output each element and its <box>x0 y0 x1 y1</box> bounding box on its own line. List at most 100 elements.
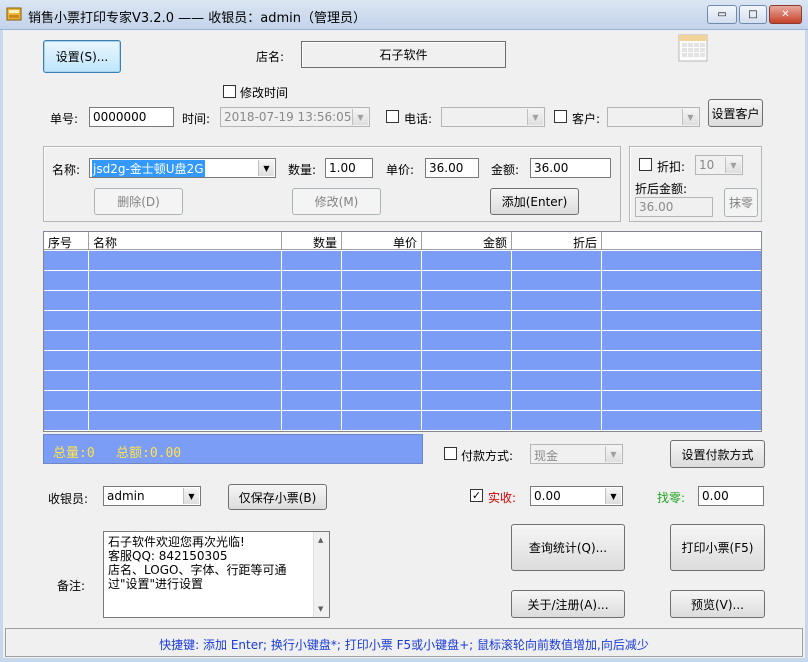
table-cell[interactable] <box>512 351 602 371</box>
table-cell[interactable] <box>342 351 422 371</box>
table-cell[interactable] <box>422 251 512 271</box>
table-cell[interactable] <box>422 291 512 311</box>
table-cell[interactable] <box>44 391 89 411</box>
delete-button[interactable]: 删除(D) <box>94 188 183 215</box>
column-header-discounted[interactable]: 折后 <box>512 232 602 250</box>
table-cell[interactable] <box>282 311 342 331</box>
minimize-button[interactable]: ▭ <box>707 5 737 24</box>
table-cell[interactable] <box>89 411 282 431</box>
table-cell[interactable] <box>602 391 761 411</box>
table-cell[interactable] <box>422 331 512 351</box>
scroll-up-icon[interactable]: ▲ <box>318 536 323 544</box>
table-cell[interactable] <box>44 271 89 291</box>
cashier-select[interactable]: admin ▼ <box>103 486 201 506</box>
notes-textarea[interactable]: 石子软件欢迎您再次光临! 客服QQ: 842150305 店名、LOGO、字体、… <box>103 531 330 618</box>
maximize-button[interactable]: □ <box>739 5 767 24</box>
table-row[interactable] <box>44 291 761 311</box>
table-cell[interactable] <box>512 411 602 431</box>
qty-input[interactable]: 1.00 <box>325 158 373 178</box>
phone-select[interactable]: ▼ <box>441 107 545 127</box>
modify-button[interactable]: 修改(M) <box>292 188 381 215</box>
unit-price-input[interactable]: 36.00 <box>425 158 479 178</box>
chevron-down-icon[interactable]: ▼ <box>527 109 543 125</box>
table-cell[interactable] <box>44 291 89 311</box>
set-customer-button[interactable]: 设置客户 <box>708 99 763 127</box>
table-cell[interactable] <box>512 371 602 391</box>
about-register-button[interactable]: 关于/注册(A)... <box>511 590 625 618</box>
table-row[interactable] <box>44 351 761 371</box>
table-cell[interactable] <box>512 251 602 271</box>
payment-method-checkbox[interactable] <box>444 447 457 460</box>
discount-checkbox[interactable] <box>639 158 652 171</box>
table-cell[interactable] <box>89 271 282 291</box>
change-input[interactable]: 0.00 <box>698 486 764 506</box>
table-cell[interactable] <box>602 371 761 391</box>
table-cell[interactable] <box>282 291 342 311</box>
table-cell[interactable] <box>342 251 422 271</box>
amount-input[interactable]: 36.00 <box>530 158 611 178</box>
chevron-down-icon[interactable]: ▼ <box>183 488 199 504</box>
table-cell[interactable] <box>282 331 342 351</box>
scroll-down-icon[interactable]: ▼ <box>318 605 323 613</box>
preview-button[interactable]: 预览(V)... <box>670 590 765 618</box>
table-cell[interactable] <box>342 311 422 331</box>
table-cell[interactable] <box>44 331 89 351</box>
set-payment-method-button[interactable]: 设置付款方式 <box>670 440 765 468</box>
table-cell[interactable] <box>422 411 512 431</box>
table-cell[interactable] <box>89 291 282 311</box>
order-number-input[interactable]: 0000000 <box>89 107 174 127</box>
column-header-amount[interactable]: 金额 <box>422 232 512 250</box>
table-cell[interactable] <box>89 331 282 351</box>
chevron-down-icon[interactable]: ▼ <box>682 109 698 125</box>
column-header-index[interactable]: 序号 <box>44 232 89 250</box>
column-header-price[interactable]: 单价 <box>342 232 422 250</box>
column-header-name[interactable]: 名称 <box>89 232 282 250</box>
table-cell[interactable] <box>89 391 282 411</box>
table-cell[interactable] <box>342 291 422 311</box>
after-discount-input[interactable]: 36.00 <box>635 197 713 217</box>
table-cell[interactable] <box>342 371 422 391</box>
column-header-qty[interactable]: 数量 <box>282 232 342 250</box>
table-cell[interactable] <box>602 411 761 431</box>
calendar-icon[interactable] <box>678 32 708 62</box>
customer-checkbox[interactable] <box>554 110 567 123</box>
table-cell[interactable] <box>342 271 422 291</box>
chevron-down-icon[interactable]: ▼ <box>258 160 274 176</box>
table-cell[interactable] <box>282 251 342 271</box>
table-row[interactable] <box>44 251 761 271</box>
chevron-down-icon[interactable]: ▼ <box>605 446 621 462</box>
chevron-down-icon[interactable]: ▼ <box>352 109 368 125</box>
item-grid[interactable]: 序号 名称 数量 单价 金额 折后 <box>43 231 762 432</box>
chevron-down-icon[interactable]: ▼ <box>605 488 621 504</box>
table-cell[interactable] <box>602 271 761 291</box>
table-cell[interactable] <box>44 371 89 391</box>
table-cell[interactable] <box>512 311 602 331</box>
table-cell[interactable] <box>422 351 512 371</box>
payment-method-select[interactable]: 现金 ▼ <box>530 444 623 464</box>
table-cell[interactable] <box>422 311 512 331</box>
table-cell[interactable] <box>512 391 602 411</box>
table-cell[interactable] <box>44 411 89 431</box>
received-select[interactable]: 0.00 ▼ <box>530 486 623 506</box>
table-row[interactable] <box>44 271 761 291</box>
table-row[interactable] <box>44 391 761 411</box>
close-button[interactable]: ✕ <box>769 5 802 24</box>
table-cell[interactable] <box>422 271 512 291</box>
print-receipt-button[interactable]: 打印小票(F5) <box>670 524 765 571</box>
table-row[interactable] <box>44 331 761 351</box>
round-off-button[interactable]: 抹零 <box>724 188 758 217</box>
phone-checkbox[interactable] <box>386 110 399 123</box>
table-cell[interactable] <box>44 311 89 331</box>
chevron-down-icon[interactable]: ▼ <box>725 157 741 173</box>
table-cell[interactable] <box>89 311 282 331</box>
table-cell[interactable] <box>282 271 342 291</box>
table-cell[interactable] <box>342 411 422 431</box>
add-button[interactable]: 添加(Enter) <box>490 188 579 215</box>
table-cell[interactable] <box>342 331 422 351</box>
modify-time-checkbox[interactable] <box>223 85 236 98</box>
table-cell[interactable] <box>282 351 342 371</box>
table-cell[interactable] <box>602 251 761 271</box>
query-statistics-button[interactable]: 查询统计(Q)... <box>511 524 625 571</box>
received-checkbox[interactable]: ✓ <box>470 489 483 502</box>
table-cell[interactable] <box>602 331 761 351</box>
